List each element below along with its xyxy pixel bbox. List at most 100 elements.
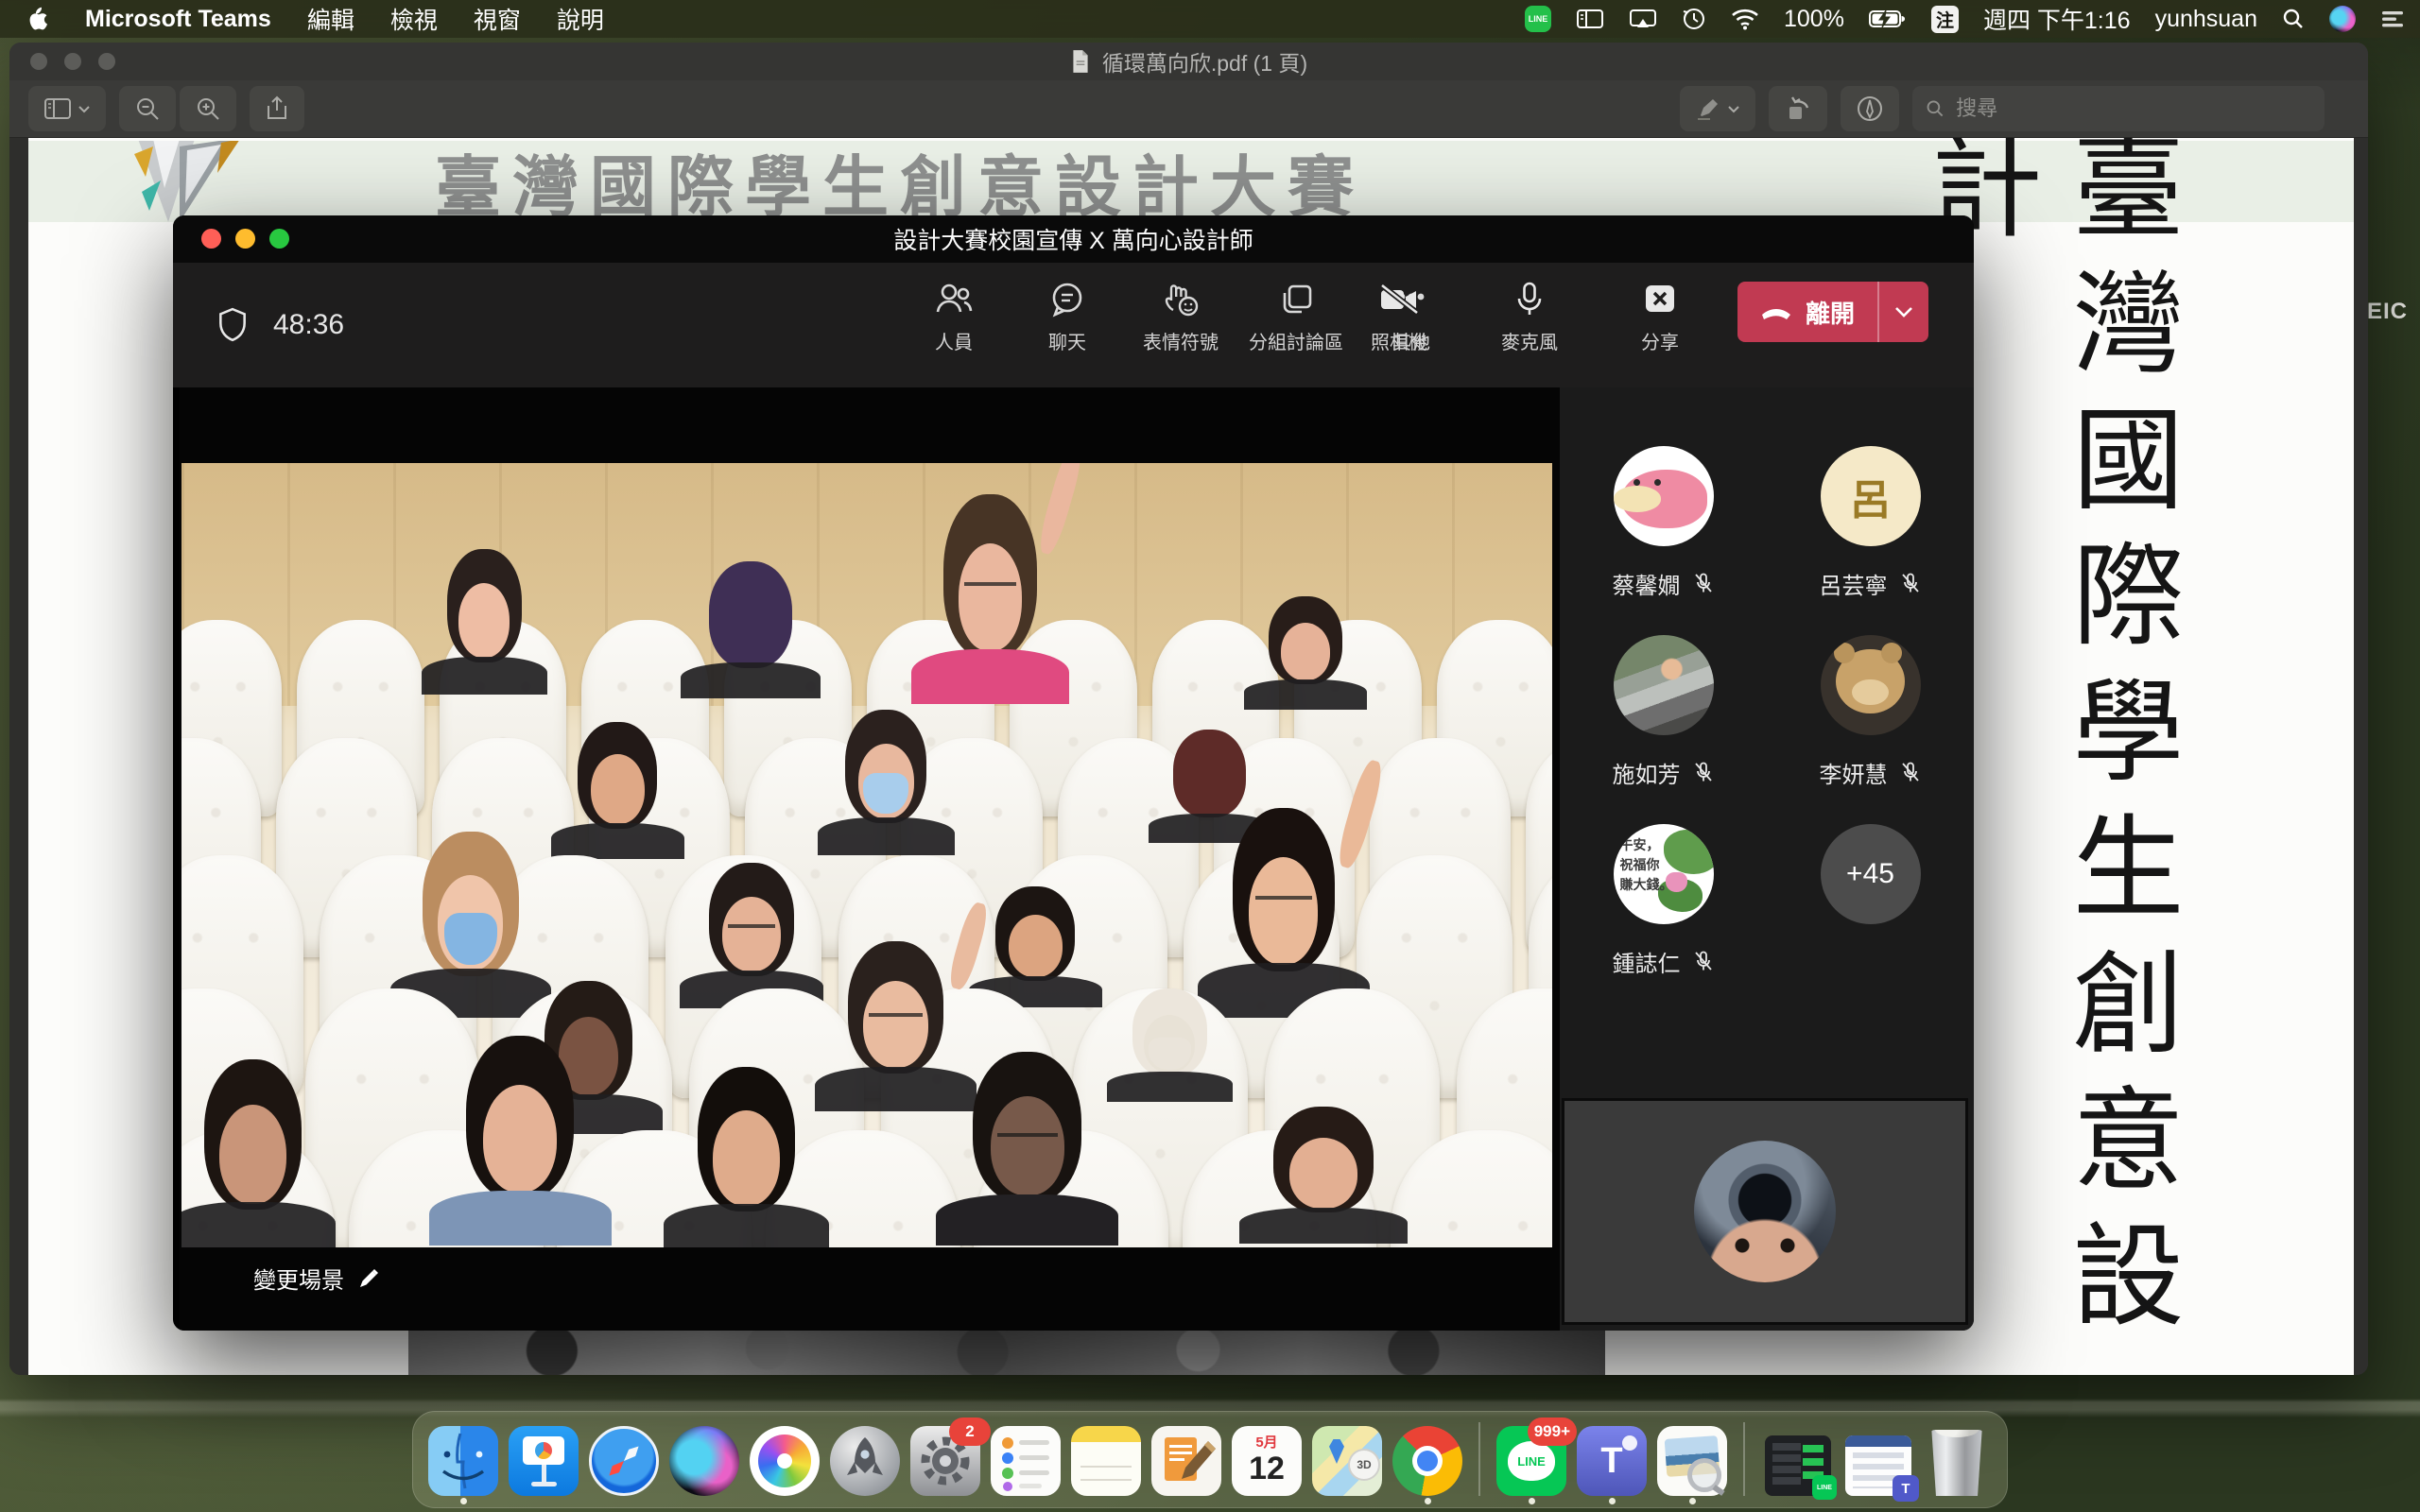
dock-item-calendar[interactable]: 5月 12 [1232,1426,1302,1496]
attendee [449,1036,592,1240]
dock-item-launchpad[interactable] [830,1426,900,1496]
attendee [1120,988,1219,1098]
menu-item-window[interactable]: 視窗 [474,2,521,36]
sidebar-toggle-button[interactable] [28,86,106,131]
attendee [833,941,959,1106]
preview-traffic-lights[interactable] [30,53,115,70]
preview-toolbar [9,80,2368,138]
line-status-icon[interactable]: LINE [1525,6,1551,32]
dock-item-line[interactable]: LINE 999+ [1496,1426,1566,1496]
time-machine-icon[interactable] [1682,7,1706,31]
dock-item-reminders[interactable] [991,1426,1061,1496]
people-button[interactable]: 人員 [901,276,1007,360]
participant-tile[interactable]: 施如芳 [1613,635,1715,786]
dock-item-keynote[interactable] [509,1426,579,1496]
zoom-window-button[interactable] [269,229,289,249]
participant-tile[interactable]: 午安， 祝福你 賺大錢。 鍾誌仁 [1613,824,1715,975]
pdf-search-input[interactable] [1954,95,2311,122]
participant-tile[interactable]: 蔡馨嫺 [1613,446,1715,597]
camera-button[interactable]: 照相機 [1346,276,1452,360]
dock-item-notes[interactable] [1071,1426,1141,1496]
dock-item-safari[interactable] [589,1426,659,1496]
rotate-button[interactable] [1769,86,1827,131]
minimized-window-thumbnail: LINE [1765,1435,1831,1496]
overflow-count[interactable]: +45 [1821,824,1921,924]
apple-icon[interactable] [26,6,49,32]
self-video-tile[interactable] [1562,1098,1968,1325]
dock-item-maps[interactable]: 3D [1312,1426,1382,1496]
dock-item-minimized-line-window[interactable]: LINE [1761,1426,1831,1496]
menu-datetime[interactable]: 週四 下午1:16 [1983,2,2131,36]
menu-bar: Microsoft Teams 編輯 檢視 視窗 說明 LINE 100% 注 … [0,0,2420,38]
dock-item-photos[interactable] [750,1426,820,1496]
reactions-button[interactable]: 表情符號 [1128,276,1234,360]
notes-icon [1071,1426,1141,1496]
minimize-window-button[interactable] [235,229,255,249]
menu-username[interactable]: yunhsuan [2155,6,2257,33]
dock-item-trash[interactable] [1922,1430,1992,1496]
line-badge: 999+ [1528,1418,1577,1446]
change-scene-button[interactable]: 變更場景 [253,1262,380,1295]
preview-titlebar[interactable]: 循環萬向欣.pdf (1 頁) [9,43,2368,80]
screen-mirroring-icon[interactable] [1629,8,1657,30]
wifi-icon[interactable] [1731,8,1759,30]
safari-icon [589,1426,659,1496]
trash-icon [1929,1430,1984,1496]
dock-item-finder[interactable] [428,1426,498,1496]
stop-share-button[interactable]: 分享 [1607,276,1713,360]
wallpaper-text: EIC [2367,299,2408,325]
reactions-label: 表情符號 [1143,327,1219,354]
markup-button[interactable] [1841,86,1899,131]
input-source-badge[interactable]: 注 [1931,6,1959,33]
menu-item-view[interactable]: 檢視 [390,2,438,36]
participant-tile[interactable]: 呂 呂芸寧 [1820,446,1922,597]
people-label: 人員 [935,327,973,354]
participant-name: 蔡馨嫺 [1613,567,1681,600]
menu-app-name[interactable]: Microsoft Teams [85,6,271,33]
siri-icon[interactable] [2329,6,2356,32]
dock-item-settings[interactable]: 2 [910,1426,980,1496]
dock-item-minimized-browser-window[interactable]: T [1841,1426,1911,1496]
dock-item-preview[interactable] [1657,1426,1727,1496]
teams-titlebar[interactable]: 設計大賽校園宣傳 X 萬向心設計師 [173,215,1974,263]
mic-button[interactable]: 麥克風 [1477,276,1582,360]
meeting-stage: 變更場景 [180,387,1560,1331]
chat-button[interactable]: 聊天 [1014,276,1120,360]
siri-dock-icon [669,1426,739,1496]
zoom-in-button[interactable] [180,86,236,131]
pdf-search-field[interactable] [1912,86,2325,131]
teams-traffic-lights[interactable] [201,229,289,249]
attendee [682,1067,810,1247]
participant-overflow-tile[interactable]: +45 [1821,824,1921,975]
leave-options-chevron[interactable] [1879,282,1928,342]
dock-item-teams[interactable]: T [1577,1426,1647,1496]
menu-item-help[interactable]: 說明 [557,2,604,36]
close-window-button[interactable] [201,229,221,249]
highlight-button[interactable] [1680,86,1755,131]
dock-item-chrome[interactable] [1392,1426,1462,1496]
menu-item-edit[interactable]: 編輯 [307,2,354,36]
attendee [983,886,1087,1005]
attendee [956,1052,1098,1240]
breakout-rooms-label: 分組討論區 [1249,327,1343,354]
dock-item-siri[interactable] [669,1426,739,1496]
share-button[interactable] [250,86,304,131]
participant-name: 鍾誌仁 [1613,945,1681,978]
leave-button[interactable]: 離開 [1737,282,1928,342]
attendee [696,561,805,695]
running-indicator [1529,1498,1535,1504]
maps-icon: 3D [1312,1426,1382,1496]
dock-item-pages[interactable] [1151,1426,1221,1496]
control-center-icon[interactable] [2380,9,2405,29]
mic-muted-icon [1899,572,1922,594]
spotlight-search-icon[interactable] [2282,8,2305,30]
share-label: 分享 [1641,327,1679,354]
attendee [565,722,669,855]
running-indicator [460,1498,467,1504]
participant-tile[interactable]: 李妍慧 [1820,635,1922,786]
participants-panel: 蔡馨嫺 呂 呂芸寧 施如芳 李妍慧 [1560,387,1974,1331]
zoom-out-button[interactable] [119,86,176,131]
breakout-rooms-button[interactable]: 分組討論區 [1241,276,1351,360]
keynote-icon [509,1426,579,1496]
sidebar-status-icon[interactable] [1576,8,1604,30]
